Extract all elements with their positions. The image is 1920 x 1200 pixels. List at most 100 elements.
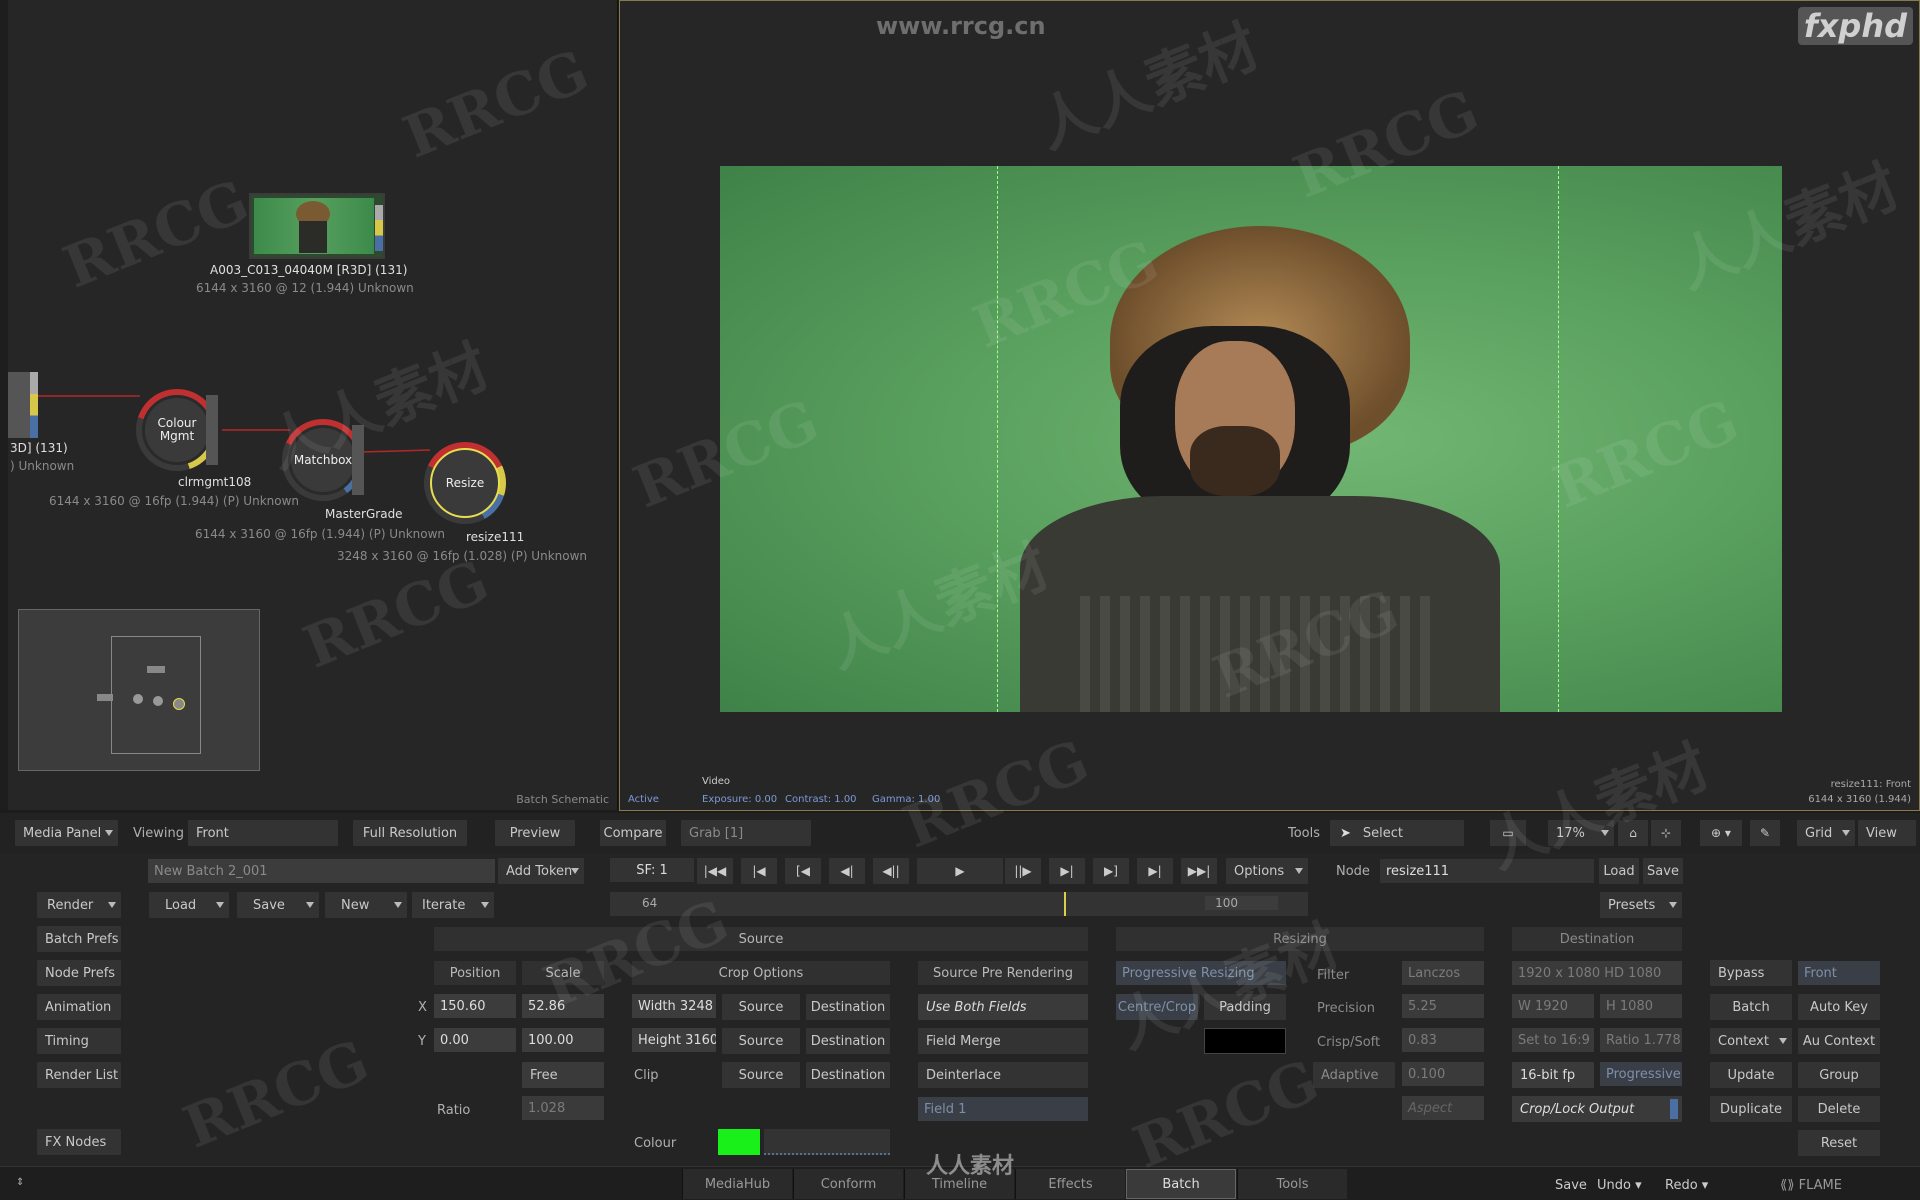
bypass-button[interactable]: Bypass [1710,960,1792,986]
eyedropper-icon[interactable]: ✎ [1750,820,1780,846]
clip-source-button[interactable]: Source [722,1062,800,1088]
view-button[interactable]: View [1858,820,1916,846]
next-mark-icon[interactable]: ▶] [1093,858,1129,884]
next-key-icon[interactable]: ▶| [1137,858,1173,884]
colour-slider[interactable] [764,1129,890,1155]
status-save-button[interactable]: Save [1555,1178,1587,1193]
crosshair-icon[interactable]: ⊕ ▾ [1700,820,1742,846]
iterate-button[interactable]: Iterate [412,892,494,918]
resize-node[interactable]: Resize [430,448,500,518]
render-list-button[interactable]: Render List [37,1062,121,1088]
fx-nodes-button[interactable]: FX Nodes [37,1129,121,1155]
zoom-select[interactable]: 17% [1548,820,1614,846]
goto-start-icon[interactable]: |◀◀ [697,858,733,884]
aspect-field[interactable]: Aspect [1402,1096,1484,1120]
progressive-button[interactable]: Progressive [1600,1062,1682,1086]
batch-prefs-button[interactable]: Batch Prefs [37,926,121,952]
reset-button[interactable]: Reset [1798,1130,1880,1156]
format-field[interactable]: 1920 x 1080 HD 1080 [1512,961,1682,985]
crop-lock-output-button[interactable]: Crop/Lock Output [1512,1096,1682,1122]
batch-schematic[interactable]: A003_C013_04040M [R3D] (131) 6144 x 3160… [0,0,618,810]
field1-field[interactable]: Field 1 [918,1097,1088,1121]
delete-button[interactable]: Delete [1798,1096,1880,1122]
load-button[interactable]: Load [149,892,229,918]
full-resolution-button[interactable]: Full Resolution [353,820,467,846]
precision-field[interactable]: 5.25 [1402,994,1484,1018]
colour-mgmt-node[interactable]: Colour Mgmt [142,395,212,465]
au-context-button[interactable]: Au Context [1798,1028,1880,1054]
matchbox-node[interactable]: Matchbox [288,425,358,495]
width-field[interactable]: Width 3248 [632,994,716,1018]
batch-name-field[interactable]: New Batch 2_001 [148,859,495,883]
field-merge-button[interactable]: Field Merge [918,1028,1088,1054]
grab-button[interactable]: Grab [1] [681,820,811,846]
home-icon[interactable]: ⌂ [1618,820,1648,846]
node-name-field[interactable]: resize111 [1380,859,1594,883]
goto-end-icon[interactable]: ▶▶| [1181,858,1217,884]
options-button[interactable]: Options [1226,858,1308,884]
node-save-button[interactable]: Save [1643,858,1683,884]
y-position-field[interactable]: 0.00 [434,1028,516,1052]
progressive-resizing-button[interactable]: Progressive Resizing [1116,961,1286,985]
prev-cue-icon[interactable]: ◀| [829,858,865,884]
prev-key-icon[interactable]: |◀ [741,858,777,884]
preview-button[interactable]: Preview [495,820,575,846]
colour-swatch[interactable] [718,1129,760,1155]
front-field[interactable]: Front [1798,961,1880,985]
select-tool-button[interactable]: ➤ Select [1330,820,1464,846]
use-both-fields-button[interactable]: Use Both Fields [918,994,1088,1020]
viewing-select[interactable]: Front [188,820,338,846]
media-panel-button[interactable]: Media Panel [15,820,118,846]
auto-key-button[interactable]: Auto Key [1798,994,1880,1020]
x-position-field[interactable]: 150.60 [434,994,516,1018]
height-source-button[interactable]: Source [722,1028,800,1054]
timeline-scrubber[interactable]: 64 100 [610,892,1308,916]
dest-height-field[interactable]: H 1080 [1600,994,1682,1018]
ratio-field[interactable]: 1.028 [522,1096,604,1120]
dest-width-field[interactable]: W 1920 [1512,994,1594,1018]
centre-crop-button[interactable]: Centre/Crop [1116,994,1198,1020]
layout-icon[interactable]: ▭ [1490,820,1526,846]
playhead[interactable] [1063,892,1066,916]
y-scale-field[interactable]: 100.00 [522,1028,604,1052]
prev-mark-icon[interactable]: [◀ [785,858,821,884]
padding-colour-swatch[interactable] [1204,1028,1286,1054]
height-field[interactable]: Height 3160 [632,1028,716,1052]
fit-icon[interactable]: ⊹ [1651,820,1681,846]
tab-mediahub[interactable]: MediaHub [682,1169,792,1199]
schematic-minimap[interactable] [18,609,260,771]
x-scale-field[interactable]: 52.86 [522,994,604,1018]
free-button[interactable]: Free [522,1062,604,1088]
deinterlace-button[interactable]: Deinterlace [918,1062,1088,1088]
save-batch-button[interactable]: Save [237,892,319,918]
step-forward-icon[interactable]: ||▶ [1005,858,1041,884]
compare-button[interactable]: Compare [600,820,666,846]
batch-button[interactable]: Batch [1710,994,1792,1020]
clip-destination-button[interactable]: Destination [806,1062,890,1088]
height-destination-button[interactable]: Destination [806,1028,890,1054]
new-button[interactable]: New [325,892,407,918]
crisp-soft-field[interactable]: 0.83 [1402,1028,1484,1052]
tab-effects[interactable]: Effects [1015,1169,1125,1199]
step-back-icon[interactable]: ◀|| [873,858,909,884]
node-prefs-button[interactable]: Node Prefs [37,960,121,986]
filter-field[interactable]: Lanczos [1402,961,1484,985]
presets-button[interactable]: Presets [1600,892,1682,918]
undo-button[interactable]: Undo ▾ [1597,1178,1642,1193]
add-token-button[interactable]: Add Token [498,858,584,884]
viewer-image[interactable] [720,166,1782,712]
image-viewer[interactable]: Video Active Exposure: 0.00 Contrast: 1.… [619,0,1920,811]
tab-conform[interactable]: Conform [793,1169,903,1199]
grid-button[interactable]: Grid [1797,820,1855,846]
bit-depth-button[interactable]: 16-bit fp [1512,1062,1594,1088]
adaptive-button[interactable]: Adaptive [1313,1062,1395,1088]
tab-batch[interactable]: Batch [1126,1169,1236,1199]
sf-field[interactable]: SF: 1 [610,858,694,882]
width-destination-button[interactable]: Destination [806,994,890,1020]
expand-icon[interactable]: ⇕ [16,1177,24,1188]
play-icon[interactable]: ▶ [917,858,1003,884]
redo-button[interactable]: Redo ▾ [1665,1178,1708,1193]
update-button[interactable]: Update [1710,1062,1792,1088]
timing-button[interactable]: Timing [37,1028,121,1054]
node-load-button[interactable]: Load [1599,858,1639,884]
